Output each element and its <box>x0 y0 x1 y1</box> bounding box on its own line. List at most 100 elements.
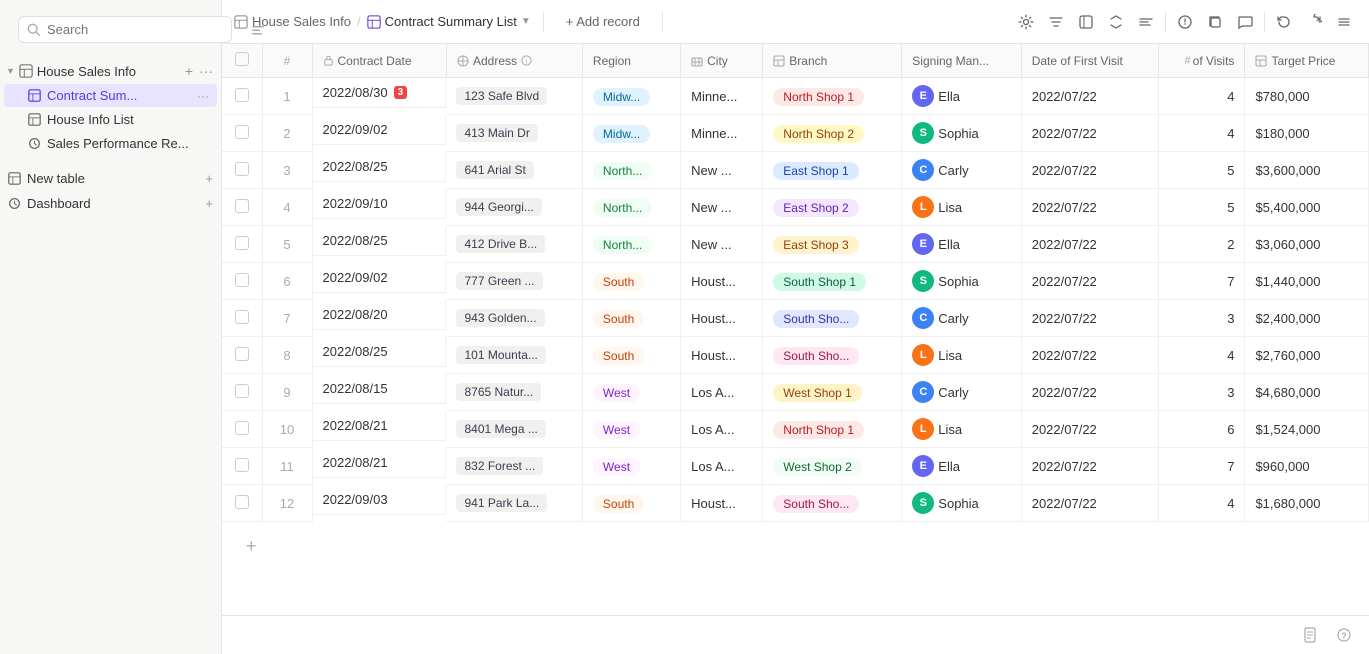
cell-first-visit[interactable]: 2022/07/22 <box>1021 152 1158 189</box>
cell-city[interactable]: Los A... <box>681 411 763 448</box>
cell-region[interactable]: West <box>582 448 680 485</box>
cell-address[interactable]: 777 Green ... <box>446 263 582 300</box>
cell-num-visits[interactable]: 6 <box>1158 411 1245 448</box>
cell-city[interactable]: Houst... <box>681 485 763 522</box>
col-address[interactable]: Address i <box>446 44 582 78</box>
cell-city[interactable]: Houst... <box>681 263 763 300</box>
cell-target-price[interactable]: $180,000 <box>1245 115 1369 152</box>
cell-city[interactable]: Minne... <box>681 115 763 152</box>
cell-region[interactable]: South <box>582 485 680 522</box>
cell-branch[interactable]: South Sho... <box>763 300 902 337</box>
row-checkbox[interactable] <box>235 236 249 250</box>
cell-branch[interactable]: East Shop 3 <box>763 226 902 263</box>
cell-region[interactable]: South <box>582 300 680 337</box>
cell-city[interactable]: New ... <box>681 189 763 226</box>
cell-signing-manager[interactable]: C Carly <box>902 300 1021 337</box>
cell-contract-date[interactable]: 2022/08/20 <box>313 300 447 330</box>
cell-signing-manager[interactable]: L Lisa <box>902 337 1021 374</box>
row-checkbox[interactable] <box>235 162 249 176</box>
add-new-table-icon[interactable]: + <box>205 171 213 186</box>
cell-target-price[interactable]: $4,680,000 <box>1245 374 1369 411</box>
row-checkbox[interactable] <box>235 199 249 213</box>
reminder-button[interactable] <box>1172 9 1198 35</box>
cell-target-price[interactable]: $780,000 <box>1245 78 1369 115</box>
cell-target-price[interactable]: $2,400,000 <box>1245 300 1369 337</box>
cell-contract-date[interactable]: 2022/08/25 <box>313 337 447 367</box>
cell-target-price[interactable]: $960,000 <box>1245 448 1369 485</box>
cell-contract-date[interactable]: 2022/08/25 <box>313 152 447 182</box>
cell-num-visits[interactable]: 4 <box>1158 337 1245 374</box>
cell-region[interactable]: West <box>582 411 680 448</box>
cell-target-price[interactable]: $2,760,000 <box>1245 337 1369 374</box>
cell-num-visits[interactable]: 4 <box>1158 485 1245 522</box>
cell-city[interactable]: Houst... <box>681 337 763 374</box>
redo-button[interactable] <box>1301 9 1327 35</box>
cell-contract-date[interactable]: 2022/08/25 <box>313 226 447 256</box>
add-row-button[interactable]: + <box>234 528 269 565</box>
cell-city[interactable]: Los A... <box>681 374 763 411</box>
duplicate-button[interactable] <box>1202 9 1228 35</box>
sidebar-item-more-contract[interactable]: ··· <box>197 89 209 103</box>
cell-num-visits[interactable]: 2 <box>1158 226 1245 263</box>
col-branch[interactable]: Branch <box>763 44 902 78</box>
row-checkbox[interactable] <box>235 384 249 398</box>
cell-region[interactable]: Midw... <box>582 115 680 152</box>
cell-signing-manager[interactable]: C Carly <box>902 152 1021 189</box>
filter-button[interactable] <box>1043 9 1069 35</box>
cell-signing-manager[interactable]: L Lisa <box>902 189 1021 226</box>
cell-address[interactable]: 8765 Natur... <box>446 374 582 411</box>
cell-num-visits[interactable]: 5 <box>1158 189 1245 226</box>
comment-button[interactable] <box>1232 9 1258 35</box>
cell-first-visit[interactable]: 2022/07/22 <box>1021 115 1158 152</box>
cell-address[interactable]: 101 Mounta... <box>446 337 582 374</box>
footer-doc-button[interactable] <box>1297 622 1323 648</box>
add-group-icon[interactable]: + <box>185 63 193 79</box>
cell-signing-manager[interactable]: S Sophia <box>902 485 1021 522</box>
cell-contract-date[interactable]: 2022/08/21 <box>313 448 447 478</box>
col-date-first-visit[interactable]: Date of First Visit <box>1021 44 1158 78</box>
more-group-icon[interactable]: ··· <box>199 63 213 79</box>
cell-target-price[interactable]: $3,060,000 <box>1245 226 1369 263</box>
cell-contract-date[interactable]: 2022/08/21 <box>313 411 447 441</box>
sidebar-item-new-table[interactable]: New table + <box>0 166 221 191</box>
cell-branch[interactable]: West Shop 2 <box>763 448 902 485</box>
cell-branch[interactable]: North Shop 1 <box>763 411 902 448</box>
cell-first-visit[interactable]: 2022/07/22 <box>1021 448 1158 485</box>
cell-city[interactable]: Houst... <box>681 300 763 337</box>
undo-button[interactable] <box>1271 9 1297 35</box>
settings-button[interactable] <box>1013 9 1039 35</box>
cell-contract-date[interactable]: 2022/08/15 <box>313 374 447 404</box>
cell-first-visit[interactable]: 2022/07/22 <box>1021 374 1158 411</box>
cell-city[interactable]: Los A... <box>681 448 763 485</box>
cell-branch[interactable]: South Sho... <box>763 485 902 522</box>
add-dashboard-icon[interactable]: + <box>205 196 213 211</box>
row-checkbox[interactable] <box>235 125 249 139</box>
cell-target-price[interactable]: $1,524,000 <box>1245 411 1369 448</box>
breadcrumb-dropdown-icon[interactable]: ▼ <box>521 16 531 27</box>
header-checkbox[interactable] <box>235 52 249 66</box>
sidebar-item-house-info-list[interactable]: House Info List <box>4 108 217 131</box>
cell-target-price[interactable]: $1,440,000 <box>1245 263 1369 300</box>
cell-signing-manager[interactable]: E Ella <box>902 226 1021 263</box>
cell-city[interactable]: New ... <box>681 152 763 189</box>
col-contract-date[interactable]: Contract Date <box>312 44 446 78</box>
cell-num-visits[interactable]: 4 <box>1158 78 1245 115</box>
cell-region[interactable]: North... <box>582 226 680 263</box>
cell-target-price[interactable]: $3,600,000 <box>1245 152 1369 189</box>
col-city[interactable]: City <box>681 44 763 78</box>
sidebar-item-sales-performance[interactable]: Sales Performance Re... <box>4 132 217 155</box>
breadcrumb-view-item[interactable]: Contract Summary List ▼ <box>367 14 531 29</box>
cell-num-visits[interactable]: 5 <box>1158 152 1245 189</box>
cell-num-visits[interactable]: 7 <box>1158 448 1245 485</box>
more-button[interactable] <box>1331 9 1357 35</box>
sidebar-item-dashboard[interactable]: Dashboard + <box>0 191 221 216</box>
fields-button[interactable] <box>1073 9 1099 35</box>
cell-contract-date[interactable]: 2022/08/303 <box>313 78 447 108</box>
cell-branch[interactable]: South Shop 1 <box>763 263 902 300</box>
sidebar-item-contract-sum[interactable]: Contract Sum... ··· <box>4 84 217 107</box>
sort-button[interactable] <box>1103 9 1129 35</box>
cell-branch[interactable]: West Shop 1 <box>763 374 902 411</box>
group-button[interactable] <box>1133 9 1159 35</box>
cell-address[interactable]: 123 Safe Blvd <box>446 78 582 115</box>
cell-branch[interactable]: North Shop 1 <box>763 78 902 115</box>
